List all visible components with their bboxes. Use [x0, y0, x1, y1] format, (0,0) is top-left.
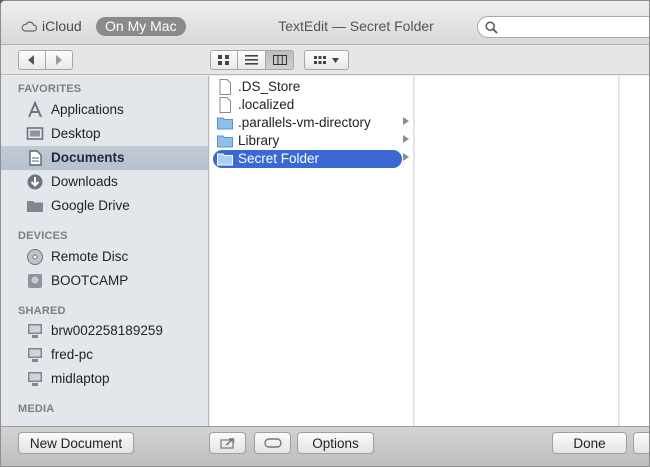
file-name: Library: [238, 133, 280, 148]
chevron-right-icon: [56, 55, 62, 65]
desktop-icon: [26, 127, 44, 140]
icloud-location-button[interactable]: iCloud: [21, 16, 82, 36]
icon-view-button[interactable]: [210, 50, 238, 70]
sidebar: FAVORITES Applications Desktop Documents: [1, 76, 209, 426]
chevron-down-icon: [332, 57, 339, 63]
grid-arrange-icon: [314, 55, 326, 64]
folder-item-library[interactable]: Library: [210, 132, 414, 150]
list-view-icon: [245, 55, 258, 65]
computer-icon: [28, 372, 42, 386]
toolbar: [1, 45, 649, 75]
cloud-icon: [21, 21, 37, 32]
sidebar-item-label: Documents: [51, 150, 125, 165]
list-view-button[interactable]: [237, 50, 266, 70]
file-name: .parallels-vm-directory: [238, 115, 371, 130]
disclosure-arrow-icon: [403, 153, 409, 161]
folder-icon: [217, 117, 233, 130]
forward-button[interactable]: [45, 50, 73, 70]
sidebar-item-label: brw002258189259: [51, 323, 163, 338]
tag-button[interactable]: [254, 432, 291, 454]
disclosure-arrow-icon: [403, 117, 409, 125]
sidebar-item-label: Applications: [51, 102, 124, 117]
share-icon: [219, 438, 234, 449]
disclosure-arrow-icon: [403, 135, 409, 143]
sidebar-item-label: Remote Disc: [51, 249, 129, 264]
sidebar-item-midlaptop[interactable]: midlaptop: [1, 367, 208, 391]
open-dialog: iCloud On My Mac TextEdit — Secret Folde…: [0, 0, 650, 467]
sidebar-item-label: fred-pc: [51, 347, 94, 362]
folder-item-parallels-vm-directory[interactable]: .parallels-vm-directory: [210, 114, 414, 132]
sidebar-item-bootcamp[interactable]: BOOTCAMP: [1, 269, 208, 293]
browser-column-3[interactable]: [620, 76, 649, 426]
sidebar-item-label: Desktop: [51, 126, 101, 141]
arrange-dropdown[interactable]: [304, 50, 349, 70]
back-button[interactable]: [18, 50, 46, 70]
disc-icon: [27, 249, 43, 265]
icon-view-icon: [218, 54, 229, 65]
section-devices: DEVICES: [18, 230, 68, 242]
on-my-mac-button[interactable]: On My Mac: [96, 17, 186, 36]
drive-icon: [28, 274, 42, 288]
computer-icon: [28, 348, 42, 362]
options-button[interactable]: Options: [297, 432, 374, 454]
chevron-left-icon: [28, 55, 34, 65]
new-document-button[interactable]: New Document: [18, 432, 134, 454]
downloads-icon: [27, 174, 43, 190]
file-item-localized[interactable]: .localized: [210, 96, 414, 114]
search-icon: [485, 21, 498, 34]
sidebar-item-label: BOOTCAMP: [51, 273, 129, 288]
browser-column-1: .DS_Store .localized .parallels-vm-direc…: [210, 76, 414, 426]
section-favorites: FAVORITES: [18, 83, 82, 95]
sidebar-item-google-drive[interactable]: Google Drive: [1, 194, 208, 218]
cancel-button-partial[interactable]: [633, 432, 649, 454]
browser-column-2[interactable]: [415, 76, 619, 426]
sidebar-item-documents[interactable]: Documents: [1, 146, 208, 170]
document-icon: [219, 79, 231, 95]
column-view-button[interactable]: [265, 50, 294, 70]
done-button[interactable]: Done: [552, 432, 627, 454]
bottom-bar: New Document Options Done: [1, 426, 649, 466]
search-field[interactable]: [477, 16, 649, 38]
section-media: MEDIA: [18, 403, 55, 415]
applications-icon: [28, 101, 42, 118]
documents-icon: [29, 150, 42, 166]
computer-icon: [28, 324, 42, 338]
icloud-label: iCloud: [42, 18, 82, 34]
sidebar-item-fred-pc[interactable]: fred-pc: [1, 343, 208, 367]
sidebar-item-label: Downloads: [51, 174, 118, 189]
folder-item-secret-folder[interactable]: Secret Folder: [210, 150, 414, 168]
file-name: Secret Folder: [238, 151, 320, 166]
file-item-ds-store[interactable]: .DS_Store: [210, 78, 414, 96]
folder-icon: [217, 153, 233, 166]
sidebar-item-label: midlaptop: [51, 371, 110, 386]
sidebar-item-remote-disc[interactable]: Remote Disc: [1, 245, 208, 269]
sidebar-item-applications[interactable]: Applications: [1, 98, 208, 122]
search-input[interactable]: [502, 19, 642, 35]
tag-icon: [263, 438, 282, 448]
share-button[interactable]: [209, 432, 246, 454]
sidebar-item-desktop[interactable]: Desktop: [1, 122, 208, 146]
folder-icon: [217, 135, 233, 148]
sidebar-item-downloads[interactable]: Downloads: [1, 170, 208, 194]
title-bar: iCloud On My Mac TextEdit — Secret Folde…: [1, 1, 649, 45]
folder-icon: [27, 201, 43, 212]
file-name: .localized: [238, 97, 295, 112]
section-shared: SHARED: [18, 305, 66, 317]
window-title: TextEdit — Secret Folder: [278, 18, 434, 34]
column-view-icon: [272, 55, 287, 65]
file-name: .DS_Store: [238, 79, 301, 94]
sidebar-item-label: Google Drive: [51, 198, 130, 213]
sidebar-item-brw002258189259[interactable]: brw002258189259: [1, 319, 208, 343]
document-icon: [219, 97, 231, 113]
